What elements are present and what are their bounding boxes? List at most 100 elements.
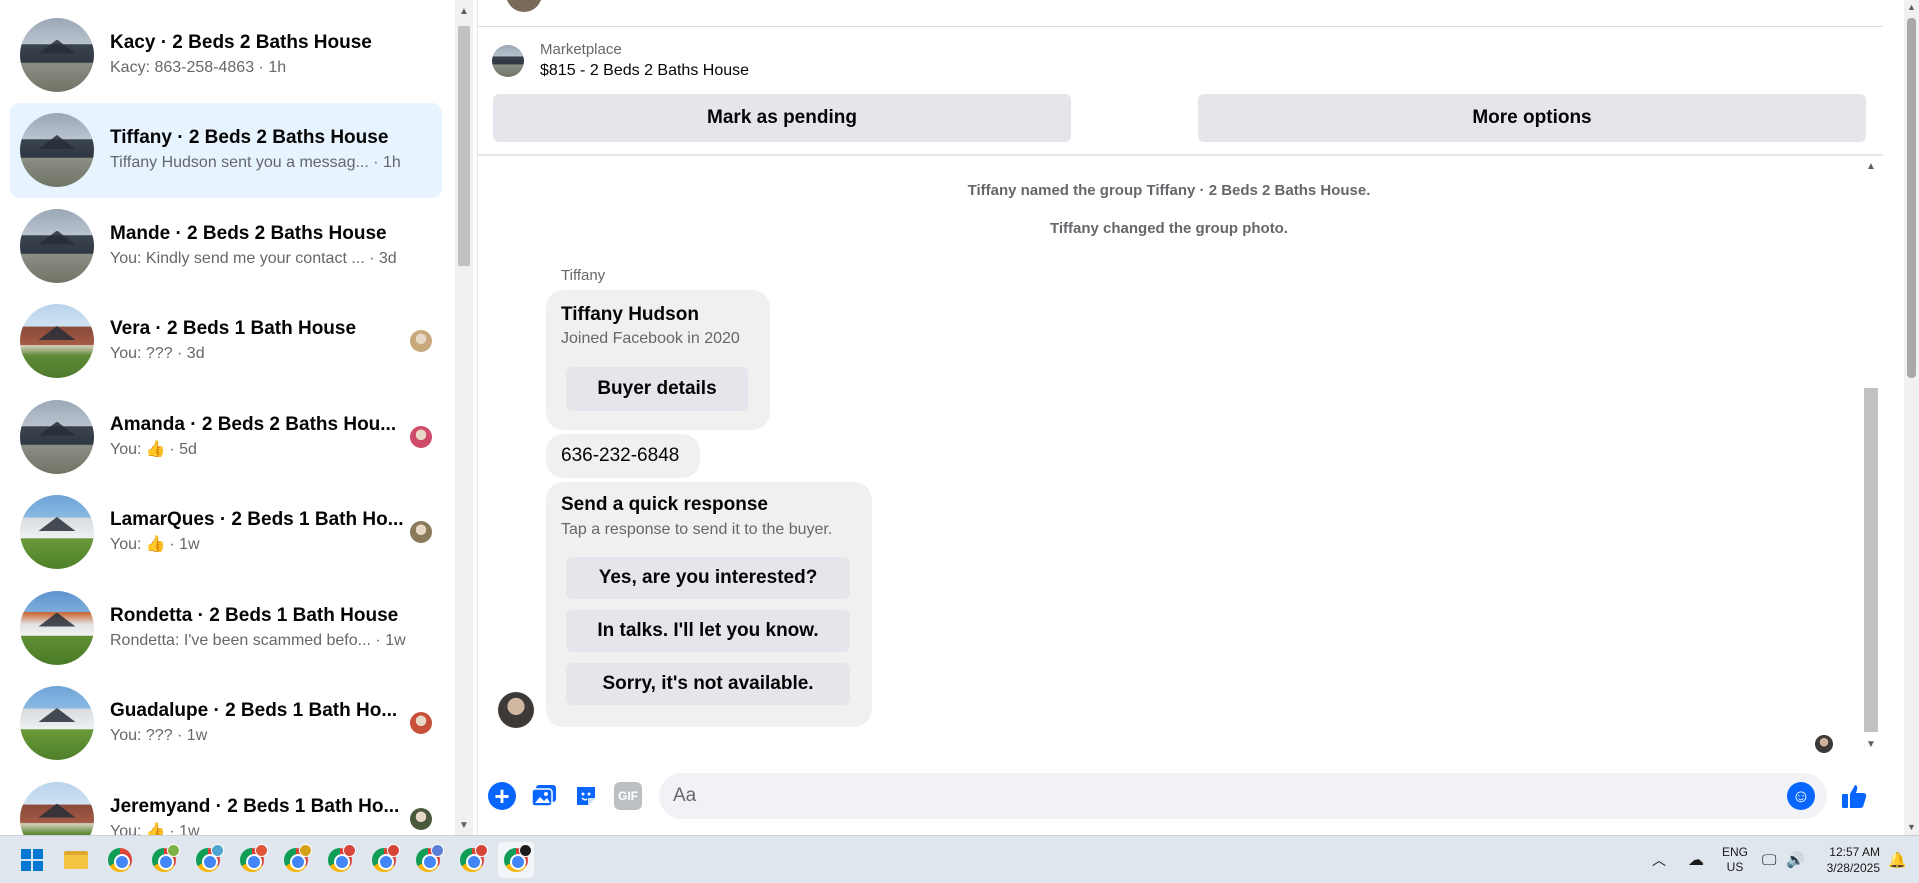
scroll-up-arrow-icon[interactable]: ▲ — [1907, 2, 1916, 12]
conversation-item[interactable]: Mande · 2 Beds 2 Baths House You: Kindly … — [10, 198, 442, 293]
listing-price-title[interactable]: $815 - 2 Beds 2 Baths House — [540, 60, 749, 82]
chrome-window-button[interactable] — [498, 842, 534, 878]
conversation-text: Mande · 2 Beds 2 Baths House You: Kindly … — [110, 222, 442, 270]
conversation-item[interactable]: Rondetta · 2 Beds 1 Bath House Rondetta: … — [10, 580, 442, 675]
gif-icon[interactable]: GIF — [614, 782, 642, 810]
conversation-item[interactable]: Tiffany · 2 Beds 2 Baths House Tiffany Hu… — [10, 102, 442, 198]
emoji-icon[interactable]: ☺ — [1787, 782, 1815, 810]
onedrive-cloud-icon[interactable]: ☁ — [1688, 836, 1704, 883]
chrome-window-button[interactable] — [190, 842, 226, 878]
volume-icon[interactable]: 🔊 — [1786, 836, 1805, 883]
chrome-window-button[interactable] — [322, 842, 358, 878]
network-icon[interactable]: 🖵 — [1762, 836, 1776, 883]
scrollbar-thumb[interactable] — [458, 26, 470, 266]
mark-as-pending-button[interactable]: Mark as pending — [493, 94, 1071, 142]
conversation-title: Jeremyand · 2 Beds 1 Bath Ho... — [110, 795, 400, 817]
thumbs-up-icon: 👍 — [145, 536, 166, 553]
listing-source: Marketplace — [540, 41, 622, 58]
seen-by-avatar — [410, 521, 432, 543]
sender-avatar[interactable] — [498, 692, 534, 728]
preview-time: · 5d — [169, 440, 197, 458]
house-roof-shape — [38, 708, 76, 722]
chrome-window-button[interactable] — [454, 842, 490, 878]
scrollbar-thumb[interactable] — [1907, 18, 1916, 378]
show-hidden-icons-chevron-icon[interactable]: ︿ — [1652, 836, 1666, 883]
clock-date: 3/28/2025 — [1826, 861, 1880, 875]
quick-response-yes-button[interactable]: Yes, are you interested? — [566, 557, 850, 599]
conversation-text: Amanda · 2 Beds 2 Baths Hou... You: 👍 · 5d — [110, 413, 410, 461]
start-button[interactable] — [14, 842, 50, 878]
conversation-title: Amanda · 2 Beds 2 Baths Hou... — [110, 413, 397, 435]
house-roof-shape — [38, 803, 76, 818]
listing-thumbnail[interactable] — [492, 45, 524, 77]
chrome-window-button[interactable] — [102, 842, 138, 878]
conversation-thumbnail — [20, 304, 94, 378]
conversation-list-scrollbar[interactable]: ▲ ▼ — [455, 0, 473, 835]
preview-prefix: You: — [110, 822, 142, 836]
photo-icon[interactable] — [530, 782, 558, 810]
seen-by-avatar — [410, 330, 432, 352]
phone-message-bubble[interactable]: 636-232-6848 — [546, 434, 700, 478]
conversation-preview: You: ??? · 1w — [110, 727, 208, 744]
more-options-button[interactable]: More options — [1198, 94, 1866, 142]
buyer-details-button[interactable]: Buyer details — [566, 367, 748, 411]
language-code: ENG — [1722, 845, 1749, 859]
seen-by-avatar — [410, 712, 432, 734]
scroll-up-arrow-icon[interactable]: ▲ — [459, 6, 469, 17]
chrome-icon — [108, 848, 132, 872]
conversation-text: Guadalupe · 2 Beds 1 Bath Ho... You: ??? … — [110, 699, 410, 747]
chrome-window-button[interactable] — [410, 842, 446, 878]
conversation-title: Mande · 2 Beds 2 Baths House — [110, 222, 387, 244]
house-roof-shape — [38, 517, 76, 531]
scroll-up-arrow-icon[interactable]: ▲ — [1866, 161, 1876, 172]
conversation-thumbnail — [20, 17, 94, 92]
windows-taskbar: ︿ ☁ ENG US 🖵 🔊 12:57 AM 3/28/2025 🔔 — [0, 835, 1919, 883]
profile-badge-icon — [387, 844, 400, 857]
quick-response-not-available-button[interactable]: Sorry, it's not available. — [566, 663, 850, 705]
profile-badge-icon — [211, 844, 224, 857]
conversation-item[interactable]: Guadalupe · 2 Beds 1 Bath Ho... You: ??? … — [10, 676, 442, 771]
preview-time: · 1w — [169, 822, 200, 836]
chrome-window-button[interactable] — [234, 842, 270, 878]
chrome-window-button[interactable] — [146, 842, 182, 878]
buyer-joined-text: Joined Facebook in 2020 — [561, 330, 740, 347]
chrome-window-button[interactable] — [366, 842, 402, 878]
marketplace-listing[interactable]: Marketplace $815 - 2 Beds 2 Baths House — [492, 36, 749, 86]
house-roof-shape — [38, 612, 76, 627]
chat-panel: Marketplace $815 - 2 Beds 2 Baths House … — [477, 0, 1883, 835]
conversation-thumbnail — [20, 590, 94, 665]
conversation-preview: You: 👍 · 1w — [110, 534, 410, 556]
chrome-window-button[interactable] — [278, 842, 314, 878]
conversation-item[interactable]: Vera · 2 Beds 1 Bath House You: ??? · 3d — [10, 294, 442, 389]
system-message: Tiffany named the group Tiffany · 2 Beds… — [967, 182, 1371, 199]
house-roof-shape — [38, 326, 76, 340]
message-thread: Tiffany named the group Tiffany · 2 Beds… — [478, 157, 1860, 757]
conversation-item[interactable]: LamarQues · 2 Beds 1 Bath Ho... You: 👍 · 1w — [10, 485, 442, 580]
conversation-title: Vera · 2 Beds 1 Bath House — [110, 318, 357, 339]
scroll-down-arrow-icon[interactable]: ▼ — [1866, 739, 1876, 750]
page-scrollbar[interactable]: ▲ ▼ — [1904, 0, 1919, 835]
notification-bell-icon[interactable]: 🔔 — [1888, 836, 1907, 883]
like-icon[interactable] — [1840, 782, 1868, 810]
message-input[interactable] — [659, 773, 1827, 819]
conversation-item[interactable]: Amanda · 2 Beds 2 Baths Hou... You: 👍 · 5d — [10, 389, 442, 484]
clock[interactable]: 12:57 AM 3/28/2025 — [1818, 836, 1880, 883]
scroll-down-arrow-icon[interactable]: ▼ — [459, 820, 469, 831]
file-explorer-button[interactable] — [58, 842, 94, 878]
group-avatar[interactable] — [506, 0, 542, 12]
quick-response-in-talks-button[interactable]: In talks. I'll let you know. — [566, 610, 850, 652]
thread-scrollbar[interactable]: ▲ ▼ — [1860, 157, 1882, 757]
sender-name: Tiffany — [561, 267, 606, 284]
scroll-down-arrow-icon[interactable]: ▼ — [1907, 822, 1916, 832]
sticker-icon[interactable] — [572, 782, 600, 810]
plus-icon[interactable]: + — [488, 782, 516, 810]
language-indicator[interactable]: ENG US — [1722, 836, 1748, 883]
message-composer: + GIF ☺ — [478, 770, 1883, 822]
header-divider — [478, 26, 1883, 27]
conversation-item[interactable]: Jeremyand · 2 Beds 1 Bath Ho... You: 👍 · 1w — [10, 771, 442, 835]
scrollbar-thumb[interactable] — [1864, 388, 1878, 732]
conversation-item[interactable]: Kacy · 2 Beds 2 Baths House Kacy: 863-258… — [10, 7, 442, 102]
folder-icon — [64, 851, 88, 869]
profile-badge-icon — [255, 844, 268, 857]
read-receipt-avatar — [1815, 735, 1833, 753]
